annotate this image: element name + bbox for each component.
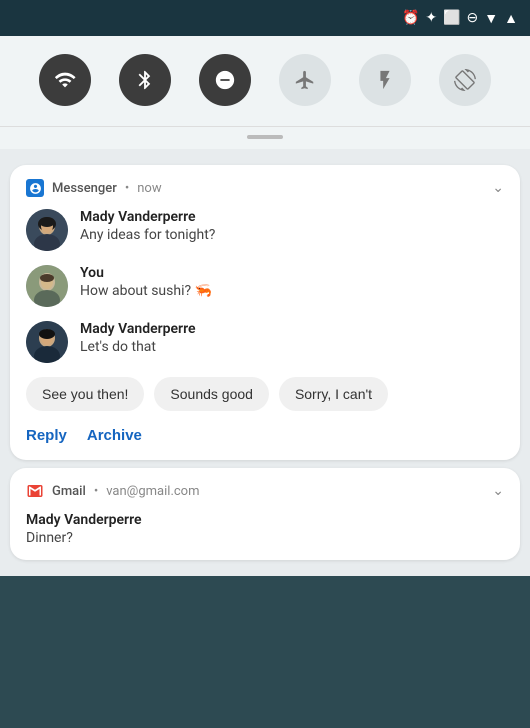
- reply-button[interactable]: Reply: [26, 425, 67, 446]
- gmail-sender: Mady Vanderperre: [26, 512, 504, 528]
- you-avatar: [26, 265, 68, 307]
- notif-header: Messenger • now ⌄: [26, 179, 504, 197]
- msg-text-3: Let's do that: [80, 339, 196, 355]
- dnd-icon: ⊖: [467, 10, 479, 26]
- gmail-notification: Gmail • van@gmail.com ⌄ Mady Vanderperre…: [10, 468, 520, 560]
- messenger-app-name: Messenger: [52, 181, 117, 196]
- message-content-2: You How about sushi? 🦐: [80, 265, 212, 299]
- dnd-toggle[interactable]: [199, 54, 251, 106]
- message-content-3: Mady Vanderperre Let's do that: [80, 321, 196, 355]
- message-row-2: You How about sushi? 🦐: [26, 265, 504, 307]
- archive-button[interactable]: Archive: [87, 425, 142, 446]
- quick-settings-panel: [0, 36, 530, 127]
- messenger-app-icon: [26, 179, 44, 197]
- gmail-notif-header: Gmail • van@gmail.com ⌄: [26, 482, 504, 500]
- messenger-notification: Messenger • now ⌄ Mady Vanderperre Any i…: [10, 165, 520, 460]
- notifications-area: Messenger • now ⌄ Mady Vanderperre Any i…: [0, 149, 530, 576]
- flashlight-toggle[interactable]: [359, 54, 411, 106]
- notif-actions: Reply Archive: [26, 425, 504, 446]
- alarm-icon: ⏰: [402, 10, 419, 26]
- sender-name-3: Mady Vanderperre: [80, 321, 196, 337]
- quick-replies: See you then! Sounds good Sorry, I can't: [26, 377, 504, 411]
- gmail-app-name: Gmail: [52, 484, 86, 499]
- quick-reply-sorry[interactable]: Sorry, I can't: [279, 377, 388, 411]
- wifi-toggle[interactable]: [39, 54, 91, 106]
- wifi-icon: ▼: [484, 10, 498, 27]
- gmail-account: van@gmail.com: [106, 484, 199, 499]
- signal-icon: ▲: [504, 10, 518, 27]
- notif-time: •: [125, 181, 129, 196]
- quick-reply-sounds-good[interactable]: Sounds good: [154, 377, 269, 411]
- mady-avatar-2: [26, 321, 68, 363]
- sender-name-1: Mady Vanderperre: [80, 209, 215, 225]
- message-content-1: Mady Vanderperre Any ideas for tonight?: [80, 209, 215, 243]
- gmail-subject: Dinner?: [26, 530, 504, 546]
- msg-text-1: Any ideas for tonight?: [80, 227, 215, 243]
- gmail-app-icon: [26, 482, 44, 500]
- gmail-expand-icon[interactable]: ⌄: [492, 483, 504, 499]
- rotate-toggle[interactable]: [439, 54, 491, 106]
- bluetooth-icon: ✦: [425, 10, 437, 26]
- message-row-1: Mady Vanderperre Any ideas for tonight?: [26, 209, 504, 251]
- airplane-toggle[interactable]: [279, 54, 331, 106]
- cast-icon: ⬜: [443, 10, 460, 26]
- message-row-3: Mady Vanderperre Let's do that: [26, 321, 504, 363]
- quick-reply-see-you[interactable]: See you then!: [26, 377, 144, 411]
- bluetooth-toggle[interactable]: [119, 54, 171, 106]
- expand-icon[interactable]: ⌄: [492, 180, 504, 196]
- drag-handle: [0, 127, 530, 149]
- notif-timestamp: now: [137, 181, 161, 196]
- mady-avatar-1: [26, 209, 68, 251]
- sender-name-2: You: [80, 265, 212, 281]
- msg-text-2: How about sushi? 🦐: [80, 283, 212, 299]
- status-bar: ⏰ ✦ ⬜ ⊖ ▼ ▲: [0, 0, 530, 36]
